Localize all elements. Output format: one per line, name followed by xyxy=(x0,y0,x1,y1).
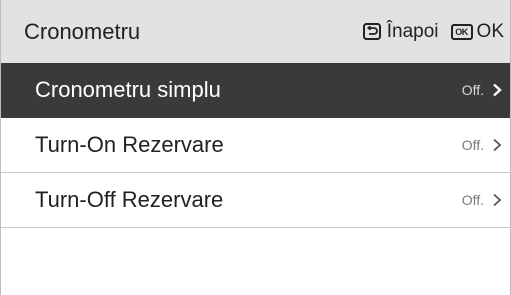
page-title: Cronometru xyxy=(24,18,141,44)
back-return-icon xyxy=(362,23,381,40)
chevron-right-icon xyxy=(493,83,502,97)
menu-list: Cronometru simplu Off. Turn-On Rezervare… xyxy=(1,63,510,228)
chevron-right-icon xyxy=(493,193,502,207)
menu-item-turn-off-rezervare[interactable]: Turn-Off Rezervare Off. xyxy=(1,173,510,228)
menu-item-right: Off. xyxy=(462,192,502,208)
back-label: Înapoi xyxy=(386,20,439,42)
menu-item-value: Off. xyxy=(461,192,484,208)
menu-item-value: Off. xyxy=(461,82,484,98)
menu-item-label: Turn-Off Rezervare xyxy=(35,187,224,212)
menu-item-right: Off. xyxy=(462,82,502,98)
header-bar: Cronometru Înapoi OK OK xyxy=(1,0,510,63)
menu-item-label: Cronometru simplu xyxy=(35,77,221,102)
ok-key-icon: OK xyxy=(450,23,473,40)
ok-label: OK xyxy=(476,20,504,42)
menu-item-value: Off. xyxy=(461,137,484,153)
app-window: Cronometru Înapoi OK OK Cronometru simpl… xyxy=(0,0,511,295)
menu-item-label: Turn-On Rezervare xyxy=(35,132,224,157)
header-actions: Înapoi OK OK xyxy=(362,20,504,43)
menu-item-right: Off. xyxy=(462,137,502,153)
menu-item-cronometru-simplu[interactable]: Cronometru simplu Off. xyxy=(1,63,510,118)
ok-button[interactable]: OK OK xyxy=(450,20,504,43)
chevron-right-icon xyxy=(493,138,502,152)
back-button[interactable]: Înapoi xyxy=(362,20,439,43)
menu-item-turn-on-rezervare[interactable]: Turn-On Rezervare Off. xyxy=(1,118,510,173)
